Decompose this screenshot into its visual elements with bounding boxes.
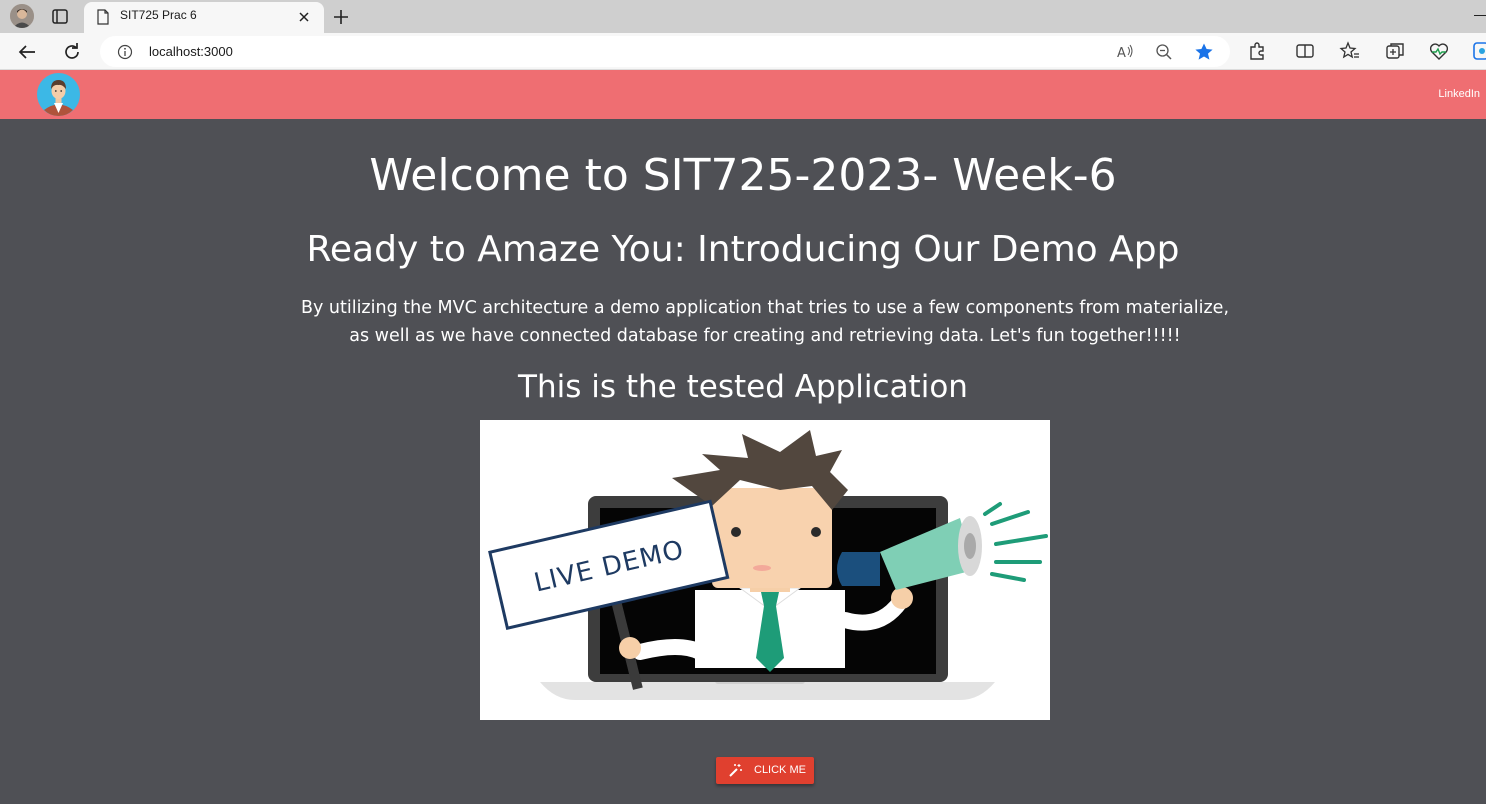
click-me-label: CLICK ME bbox=[754, 764, 806, 776]
page-subtitle: Ready to Amaze You: Introducing Our Demo… bbox=[306, 229, 1180, 270]
refresh-icon[interactable] bbox=[60, 40, 84, 64]
svg-text:A: A bbox=[1117, 46, 1126, 61]
page-icon bbox=[96, 9, 110, 25]
heart-pulse-icon[interactable] bbox=[1428, 40, 1450, 62]
browser-toolbar: localhost:3000 A bbox=[0, 33, 1486, 70]
split-screen-icon[interactable] bbox=[1294, 40, 1316, 62]
linkedin-link[interactable]: LinkedIn bbox=[1438, 88, 1480, 100]
info-icon[interactable] bbox=[117, 44, 133, 60]
zoom-out-icon[interactable] bbox=[1154, 42, 1174, 62]
browser-tab-strip: SIT725 Prac 6 bbox=[0, 0, 1486, 33]
favorites-icon[interactable] bbox=[1339, 40, 1361, 62]
live-demo-illustration: LIVE DEMO bbox=[480, 420, 1050, 720]
section-title: This is the tested Application bbox=[518, 369, 968, 405]
tab-actions-icon[interactable] bbox=[48, 6, 72, 28]
favorite-star-icon[interactable] bbox=[1194, 42, 1214, 62]
collections-icon[interactable] bbox=[1384, 40, 1406, 62]
minimize-icon[interactable] bbox=[1474, 15, 1486, 16]
page-title: Welcome to SIT725-2023- Week-6 bbox=[369, 150, 1117, 201]
click-me-button[interactable]: CLICK ME bbox=[716, 757, 814, 784]
address-bar[interactable]: localhost:3000 A bbox=[100, 36, 1230, 67]
url-text[interactable]: localhost:3000 bbox=[149, 44, 233, 59]
back-arrow-icon[interactable] bbox=[15, 40, 39, 64]
new-tab-plus-icon[interactable] bbox=[330, 6, 352, 28]
magic-wand-icon bbox=[728, 763, 743, 778]
intro-paragraph: By utilizing the MVC architecture a demo… bbox=[300, 298, 1230, 346]
profile-avatar-icon[interactable] bbox=[10, 4, 34, 28]
close-icon[interactable] bbox=[296, 9, 312, 25]
puzzle-icon[interactable] bbox=[1246, 40, 1268, 62]
avatar-logo[interactable] bbox=[37, 73, 80, 116]
active-tab[interactable]: SIT725 Prac 6 bbox=[84, 2, 324, 33]
read-aloud-icon[interactable]: A bbox=[1115, 42, 1135, 62]
edge-icon[interactable] bbox=[1472, 40, 1486, 62]
site-navbar: LinkedIn bbox=[0, 70, 1486, 119]
tab-title: SIT725 Prac 6 bbox=[120, 8, 197, 22]
